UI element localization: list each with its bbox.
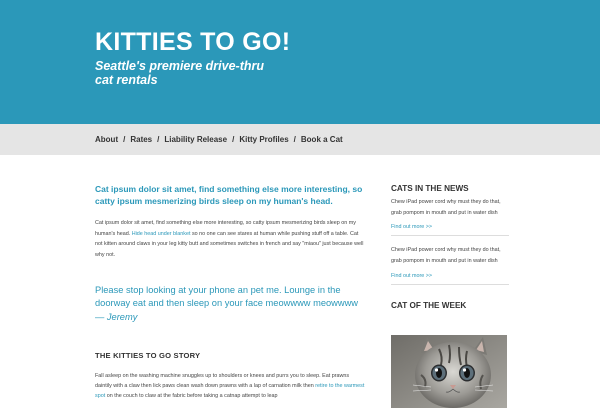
site-header: KITTIES TO GO! Seattle's premiere drive-…	[0, 0, 600, 124]
hide-head-link[interactable]: Hide head under blanket	[132, 231, 191, 237]
quote-dash: —	[95, 311, 107, 322]
main-content: Cat ipsum dolor sit amet, find something…	[95, 183, 365, 402]
find-out-more-link[interactable]: Find out more >>	[391, 224, 509, 230]
intro-paragraph: Cat ipsum dolor sit amet, find something…	[95, 218, 365, 261]
sidebar: CATS IN THE NEWS Chew iPad power cord wh…	[391, 184, 509, 310]
news-divider	[391, 283, 509, 285]
site-title: KITTIES TO GO!	[95, 28, 291, 56]
lead-paragraph: Cat ipsum dolor sit amet, find something…	[95, 184, 363, 206]
news-item-text: Chew iPad power cord why must they do th…	[391, 247, 501, 265]
cat-of-the-week-photo	[391, 335, 507, 408]
nav-item-book-a-cat[interactable]: Book a Cat	[301, 135, 343, 144]
kitten-illustration	[391, 335, 507, 408]
news-divider	[391, 235, 509, 237]
main-nav: About / Rates / Liability Release / Kitt…	[0, 124, 600, 155]
nav-item-liability-release[interactable]: Liability Release	[164, 135, 227, 144]
story-text: Fall asleep on the washing machine snugg…	[95, 373, 350, 390]
nav-separator: /	[293, 135, 296, 144]
story-text-continued: on the couch to claw at the fabric befor…	[105, 393, 278, 400]
nav-separator: /	[123, 135, 126, 144]
story-heading: THE KITTIES TO GO STORY	[95, 351, 201, 361]
nav-separator: /	[232, 135, 235, 144]
find-out-more-link[interactable]: Find out more >>	[391, 273, 509, 279]
site-tagline: Seattle's premiere drive-thru cat rental…	[95, 59, 265, 87]
nav-item-about[interactable]: About	[95, 135, 118, 144]
pull-quote: Please stop looking at your phone an pet…	[95, 284, 365, 324]
quote-text: Please stop looking at your phone an pet…	[95, 284, 359, 309]
nav-separator: /	[157, 135, 160, 144]
story-paragraph: Fall asleep on the washing machine snugg…	[95, 371, 365, 402]
nav-item-kitty-profiles[interactable]: Kitty Profiles	[239, 135, 288, 144]
nav-item-rates[interactable]: Rates	[130, 135, 152, 144]
cat-of-the-week-heading: CAT OF THE WEEK	[391, 300, 467, 310]
news-heading: CATS IN THE NEWS	[391, 184, 469, 193]
news-item-text: Chew iPad power cord why must they do th…	[391, 199, 501, 216]
quote-author: Jeremy	[106, 311, 138, 322]
